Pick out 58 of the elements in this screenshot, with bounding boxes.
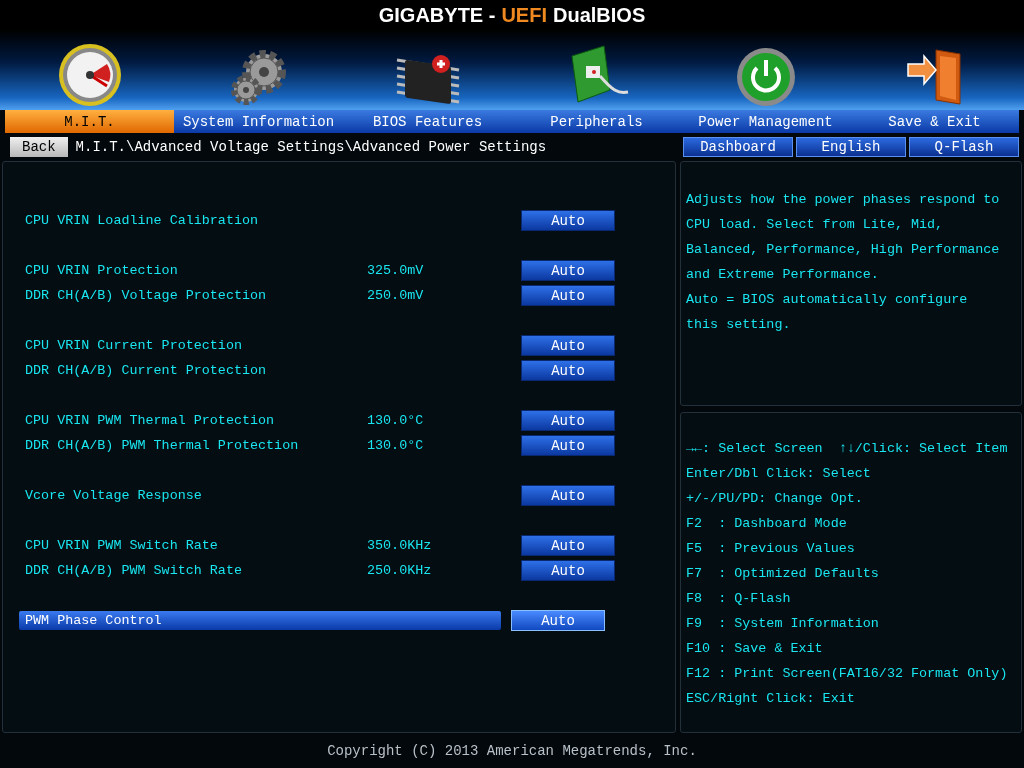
setting-label[interactable]: CPU VRIN Loadline Calibration (19, 211, 367, 230)
key-hint: Enter/Dbl Click: Select (686, 465, 872, 483)
key-hint: ESC/Right Click: Exit (686, 690, 856, 708)
menu-tab[interactable]: BIOS Features (343, 110, 512, 133)
breadcrumb-path: M.I.T.\Advanced Voltage Settings\Advanced Power Settings (75, 139, 548, 155)
setting-label[interactable]: DDR CH(A/B) Voltage Protection (19, 286, 367, 305)
menu-tab[interactable]: System Information (174, 110, 343, 133)
key-hint: +/-/PU/PD: Change Opt. (686, 490, 864, 508)
setting-label[interactable]: DDR CH(A/B) PWM Switch Rate (19, 561, 367, 580)
setting-label[interactable]: DDR CH(A/B) Current Protection (19, 361, 367, 380)
menu-tab[interactable]: M.I.T. (5, 110, 174, 133)
header-button[interactable]: Q-Flash (909, 137, 1019, 157)
option-button[interactable]: Auto (521, 260, 615, 281)
option-button[interactable]: Auto (521, 335, 615, 356)
option-button[interactable]: Auto (521, 210, 615, 231)
option-button[interactable]: Auto (521, 285, 615, 306)
key-hint: F12 : Print Screen(FAT16/32 Format Only) (686, 665, 1009, 683)
back-button[interactable]: Back (10, 137, 68, 157)
setting-value: 350.0KHz (367, 538, 433, 553)
key-hint: F2 : Dashboard Mode (686, 515, 848, 533)
key-hint: F5 : Previous Values (686, 540, 856, 558)
header-button[interactable]: English (796, 137, 906, 157)
menu-tab[interactable]: Peripherals (512, 110, 681, 133)
menu-tab[interactable]: Save & Exit (850, 110, 1019, 133)
setting-label[interactable]: Vcore Voltage Response (19, 486, 367, 505)
highlighted-setting-label[interactable]: PWM Phase Control (19, 611, 501, 630)
option-button[interactable]: Auto (521, 360, 615, 381)
speedometer-icon (56, 42, 123, 108)
key-hint: F7 : Optimized Defaults (686, 565, 880, 583)
header-button[interactable]: Dashboard (683, 137, 793, 157)
option-button[interactable]: Auto (521, 435, 615, 456)
setting-label[interactable]: CPU VRIN Protection (19, 261, 367, 280)
option-button[interactable]: Auto (521, 560, 615, 581)
help-text: Auto = BIOS automatically configure this setting. (686, 291, 969, 334)
setting-label[interactable]: CPU VRIN PWM Thermal Protection (19, 411, 367, 430)
option-button[interactable]: Auto (521, 485, 615, 506)
option-button[interactable]: Auto (521, 410, 615, 431)
setting-value: 325.0mV (367, 263, 425, 278)
key-hint: F10 : Save & Exit (686, 640, 824, 658)
brand-title: GIGABYTE - (378, 3, 496, 27)
setting-value: 130.0°C (367, 413, 425, 428)
setting-value: 250.0mV (367, 288, 425, 303)
setting-label[interactable]: CPU VRIN PWM Switch Rate (19, 536, 367, 555)
setting-label[interactable]: CPU VRIN Current Protection (19, 336, 367, 355)
help-text: Adjusts how the power phases respond to CPU load. Select from Lite, Mid, Balanced, Performance, High Performance and Extreme Performance. (686, 191, 1001, 284)
setting-label[interactable]: DDR CH(A/B) PWM Thermal Protection (19, 436, 367, 455)
key-hint: F8 : Q-Flash (686, 590, 792, 608)
key-hint: F9 : System Information (686, 615, 880, 633)
setting-value: 130.0°C (367, 438, 425, 453)
setting-value: 250.0KHz (367, 563, 433, 578)
uefi-title: UEFI (501, 3, 547, 27)
product-title: DualBIOS (553, 3, 646, 27)
option-button[interactable]: Auto (521, 535, 615, 556)
power-icon (734, 46, 797, 108)
option-button[interactable]: Auto (511, 610, 605, 631)
menu-tab[interactable]: Power Management (681, 110, 850, 133)
copyright-text: Copyright (C) 2013 American Megatrends, Inc. (326, 742, 698, 761)
key-hint: →←: Select Screen ↑↓/Click: Select Item (686, 440, 1009, 458)
